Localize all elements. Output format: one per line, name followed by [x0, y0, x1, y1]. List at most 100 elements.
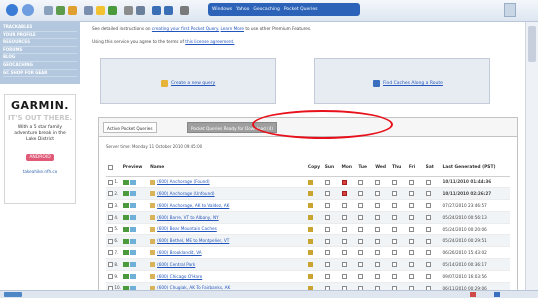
- tab-active-queries[interactable]: Active Pocket Queries: [103, 122, 157, 133]
- day-cell[interactable]: [390, 270, 407, 283]
- preview-cell[interactable]: [120, 223, 149, 236]
- day-checkbox[interactable]: [425, 203, 431, 209]
- day-checkbox[interactable]: [408, 191, 414, 197]
- day-checkbox[interactable]: [341, 262, 347, 268]
- copy-cell[interactable]: [305, 234, 323, 248]
- day-cell[interactable]: [406, 234, 424, 248]
- day-checkbox[interactable]: [425, 250, 431, 256]
- day-checkbox[interactable]: [341, 274, 347, 280]
- day-checkbox[interactable]: [324, 274, 330, 280]
- copy-icon[interactable]: [307, 179, 313, 185]
- day-checkbox[interactable]: [408, 274, 414, 280]
- day-cell[interactable]: [356, 234, 374, 248]
- row-select-cell[interactable]: 6.: [106, 234, 121, 248]
- day-cell[interactable]: [322, 246, 340, 260]
- day-cell[interactable]: [373, 234, 391, 248]
- copy-cell[interactable]: [305, 223, 323, 236]
- table-row[interactable]: 5. (600) Bear Mountain Caches 05/24/2010 0…: [106, 223, 510, 236]
- row-checkbox[interactable]: [108, 274, 113, 280]
- query-name-link[interactable]: (600) Anchorage (Unfound): [157, 191, 214, 196]
- day-cell[interactable]: [356, 270, 374, 283]
- day-cell[interactable]: [322, 199, 340, 212]
- preview-map-icon[interactable]: [122, 191, 129, 197]
- day-cell[interactable]: [356, 211, 374, 224]
- day-checkbox[interactable]: [408, 262, 414, 268]
- row-checkbox[interactable]: [108, 238, 113, 244]
- day-checkbox[interactable]: [408, 226, 414, 232]
- day-cell[interactable]: [339, 234, 357, 248]
- search-icon[interactable]: [84, 6, 93, 15]
- taskbar-item[interactable]: Pocket Queries: [284, 7, 318, 12]
- day-checkbox[interactable]: [358, 262, 364, 268]
- day-checkbox[interactable]: [408, 238, 414, 244]
- day-cell[interactable]: [406, 211, 424, 224]
- select-all-checkbox[interactable]: [108, 164, 113, 170]
- copy-icon[interactable]: [307, 250, 313, 256]
- day-checkbox[interactable]: [375, 262, 381, 268]
- copy-cell[interactable]: [305, 176, 323, 189]
- day-cell[interactable]: [339, 246, 357, 260]
- day-checkbox[interactable]: [358, 191, 364, 197]
- day-cell[interactable]: [423, 246, 441, 260]
- day-checkbox[interactable]: [408, 179, 414, 185]
- day-cell[interactable]: [423, 176, 441, 189]
- day-cell[interactable]: [339, 199, 357, 212]
- day-cell[interactable]: [356, 187, 374, 201]
- day-checkbox[interactable]: [425, 262, 431, 268]
- day-cell[interactable]: [373, 176, 391, 189]
- row-select-cell[interactable]: 4.: [106, 211, 121, 224]
- day-cell[interactable]: [322, 270, 340, 283]
- day-checkbox[interactable]: [324, 203, 330, 209]
- day-checkbox[interactable]: [341, 250, 347, 256]
- day-checkbox[interactable]: [358, 203, 364, 209]
- sidebar-item-profile[interactable]: YOUR PROFILE: [3, 32, 77, 40]
- day-checkbox[interactable]: [425, 274, 431, 280]
- day-checkbox[interactable]: [341, 179, 347, 185]
- day-cell[interactable]: [406, 246, 424, 260]
- instructions-link[interactable]: creating your first Pocket Query.: [152, 26, 219, 31]
- row-select-cell[interactable]: 7.: [106, 246, 121, 260]
- preview-list-icon[interactable]: [129, 215, 136, 221]
- query-name-link[interactable]: (600) Barre, VT to Albany, NY: [157, 215, 219, 220]
- day-cell[interactable]: [406, 176, 424, 189]
- preview-map-icon[interactable]: [122, 250, 129, 256]
- preview-list-icon[interactable]: [129, 179, 136, 185]
- copy-cell[interactable]: [305, 211, 323, 224]
- mail-icon[interactable]: [124, 6, 133, 15]
- day-cell[interactable]: [339, 270, 357, 283]
- day-cell[interactable]: [339, 187, 357, 201]
- day-cell[interactable]: [406, 270, 424, 283]
- day-cell[interactable]: [322, 211, 340, 224]
- day-cell[interactable]: [390, 211, 407, 224]
- window-restore-icon[interactable]: [504, 3, 516, 17]
- day-checkbox[interactable]: [341, 203, 347, 209]
- day-cell[interactable]: [423, 187, 441, 201]
- day-cell[interactable]: [356, 176, 374, 189]
- day-checkbox[interactable]: [324, 238, 330, 244]
- day-cell[interactable]: [339, 176, 357, 189]
- day-checkbox[interactable]: [408, 215, 414, 221]
- day-cell[interactable]: [406, 223, 424, 236]
- day-cell[interactable]: [406, 258, 424, 271]
- day-checkbox[interactable]: [408, 250, 414, 256]
- row-select-cell[interactable]: 3.: [106, 199, 121, 212]
- day-checkbox[interactable]: [392, 226, 398, 232]
- preview-map-icon[interactable]: [122, 203, 129, 209]
- day-checkbox[interactable]: [375, 215, 381, 221]
- copy-icon[interactable]: [307, 215, 313, 221]
- row-checkbox[interactable]: [108, 250, 113, 256]
- day-cell[interactable]: [322, 234, 340, 248]
- find-caches-route-link[interactable]: Find Caches Along a Route: [383, 81, 443, 86]
- query-name-link[interactable]: (600) Chicago O'Hare: [157, 274, 202, 279]
- preview-cell[interactable]: [120, 211, 149, 224]
- day-checkbox[interactable]: [324, 250, 330, 256]
- copy-cell[interactable]: [305, 258, 323, 271]
- preview-list-icon[interactable]: [129, 250, 136, 256]
- garmin-advertisement[interactable]: GARMIN. IT'S OUT THERE. With a 5 star fa…: [4, 94, 76, 204]
- copy-icon[interactable]: [307, 226, 313, 232]
- learn-more-link[interactable]: Learn More: [221, 26, 244, 31]
- day-checkbox[interactable]: [392, 262, 398, 268]
- preview-cell[interactable]: [120, 258, 149, 271]
- preview-map-icon[interactable]: [122, 262, 129, 268]
- day-cell[interactable]: [356, 258, 374, 271]
